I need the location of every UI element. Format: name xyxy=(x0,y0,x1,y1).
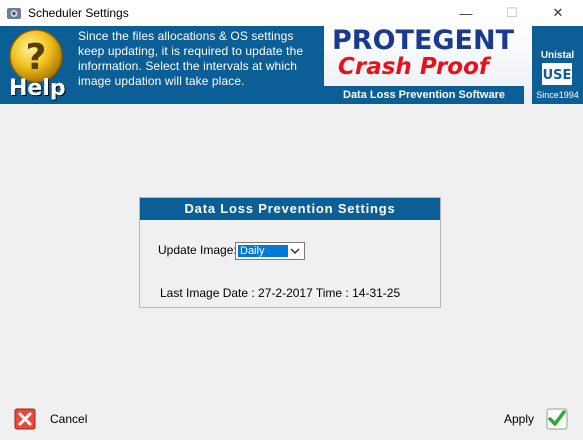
brand-tagline: Data Loss Prevention Software xyxy=(324,86,524,104)
update-image-value: Daily xyxy=(238,245,288,257)
company-name: Unistal xyxy=(540,50,575,61)
cancel-label: Cancel xyxy=(50,412,88,426)
brand-logo: PROTEGENT Crash Proof Data Loss Preventi… xyxy=(324,26,583,104)
last-image-info: Last Image Date : 27-2-2017 Time : 14-31… xyxy=(160,286,401,300)
window-title: Scheduler Settings xyxy=(28,6,129,20)
maximize-button[interactable]: ☐ xyxy=(489,0,535,26)
minimize-button[interactable]: — xyxy=(443,0,489,26)
header-banner: ? Help Since the files allocations & OS … xyxy=(0,26,583,104)
unistal-logo-text: USE xyxy=(543,68,572,83)
app-icon xyxy=(7,8,21,19)
apply-label: Apply xyxy=(504,412,535,426)
brand-protegent: PROTEGENT xyxy=(332,26,515,56)
cancel-button[interactable]: Cancel xyxy=(14,408,114,430)
company-since: Since1994 xyxy=(536,90,579,100)
check-icon xyxy=(546,408,568,430)
apply-button[interactable]: Apply xyxy=(500,408,572,430)
chevron-down-icon[interactable] xyxy=(289,246,301,256)
unistal-logo-icon: USE xyxy=(542,63,572,85)
panel-title: Data Loss Prevention Settings xyxy=(140,198,440,220)
update-image-select[interactable]: Daily xyxy=(235,242,305,260)
help-description: Since the files allocations & OS setting… xyxy=(78,29,304,88)
cancel-icon xyxy=(14,408,36,430)
settings-panel: Data Loss Prevention Settings Update Ima… xyxy=(139,197,441,308)
title-bar: Scheduler Settings — ☐ ✕ xyxy=(0,0,583,27)
brand-crash-proof: Crash Proof xyxy=(338,54,489,80)
help-label: Help xyxy=(9,76,66,101)
svg-text:?: ? xyxy=(26,37,47,78)
company-logo: Unistal USE Since1994 xyxy=(532,26,583,104)
update-image-label: Update Image: xyxy=(158,243,237,257)
close-button[interactable]: ✕ xyxy=(535,0,581,26)
